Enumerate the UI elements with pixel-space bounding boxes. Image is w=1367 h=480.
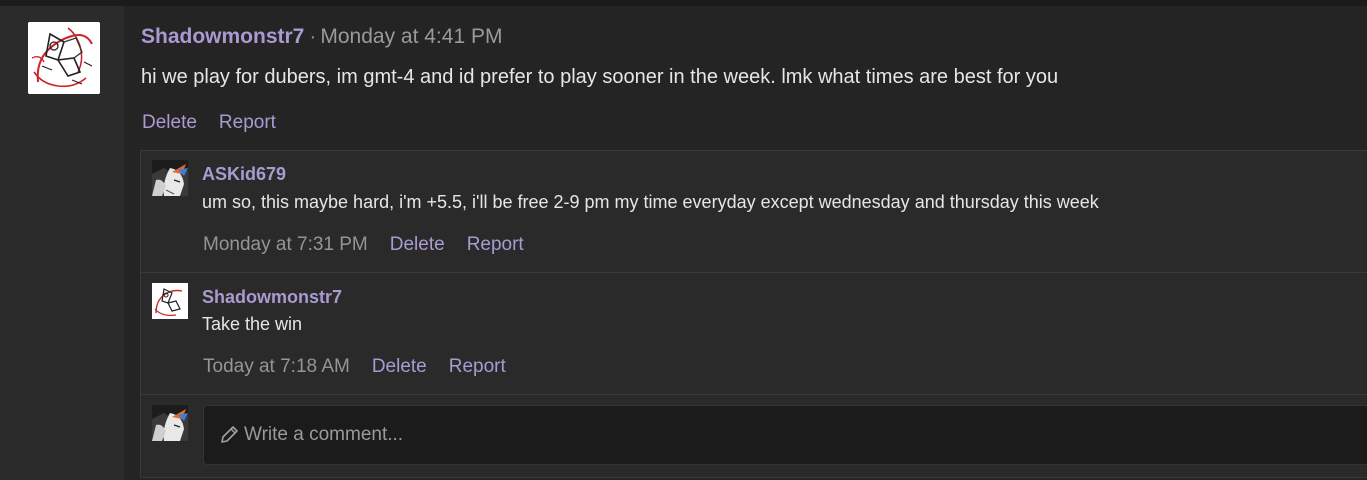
- report-post-button[interactable]: Report: [219, 112, 276, 133]
- comment-author-name[interactable]: Shadowmonstr7: [202, 287, 342, 308]
- comment-author-name[interactable]: ASKid679: [202, 164, 286, 185]
- sketch-avatar-icon: [28, 22, 100, 94]
- comment-message: Take the win: [202, 314, 303, 334]
- header-separator: ·: [309, 25, 317, 48]
- comment-item: Shadowmonstr7 Take the win Today at 7:18…: [141, 273, 1367, 395]
- comment-timestamp[interactable]: Today at 7:18 AM: [203, 356, 350, 377]
- report-comment-button[interactable]: Report: [467, 234, 524, 255]
- comment-actions: Monday at 7:31 PM Delete Report: [203, 234, 546, 256]
- comment-timestamp[interactable]: Monday at 7:31 PM: [203, 234, 368, 255]
- comment-message: um so, this maybe hard, i'm +5.5, i'll b…: [202, 192, 1099, 212]
- post-author-name[interactable]: Shadowmonstr7: [141, 25, 304, 48]
- comment-composer: Write a comment...: [141, 395, 1367, 477]
- post-timestamp[interactable]: Monday at 4:41 PM: [320, 25, 502, 48]
- post-actions: Delete Report: [142, 112, 298, 134]
- post-author-avatar[interactable]: [28, 22, 100, 94]
- delete-comment-button[interactable]: Delete: [372, 356, 427, 377]
- delete-comment-button[interactable]: Delete: [390, 234, 445, 255]
- comment-list: ASKid679 um so, this maybe hard, i'm +5.…: [140, 150, 1367, 478]
- current-user-avatar: [152, 405, 188, 441]
- anime-avatar-icon: [152, 160, 188, 196]
- comment-placeholder: Write a comment...: [244, 424, 404, 445]
- post-header: Shadowmonstr7 · Monday at 4:41 PM: [141, 25, 502, 49]
- comment-author-avatar[interactable]: [152, 160, 188, 196]
- comment-input[interactable]: Write a comment...: [203, 405, 1367, 465]
- delete-post-button[interactable]: Delete: [142, 112, 197, 133]
- profile-post-page: Shadowmonstr7 · Monday at 4:41 PM hi we pl…: [0, 0, 1367, 480]
- pencil-icon: [221, 426, 238, 443]
- comment-actions: Today at 7:18 AM Delete Report: [203, 356, 528, 378]
- report-comment-button[interactable]: Report: [449, 356, 506, 377]
- post-message: hi we play for dubers, im gmt-4 and id p…: [141, 66, 1059, 88]
- comment-author-avatar[interactable]: [152, 283, 188, 319]
- comment-item: ASKid679 um so, this maybe hard, i'm +5.…: [141, 151, 1367, 273]
- anime-avatar-icon: [152, 405, 188, 441]
- sketch-avatar-icon: [152, 283, 188, 319]
